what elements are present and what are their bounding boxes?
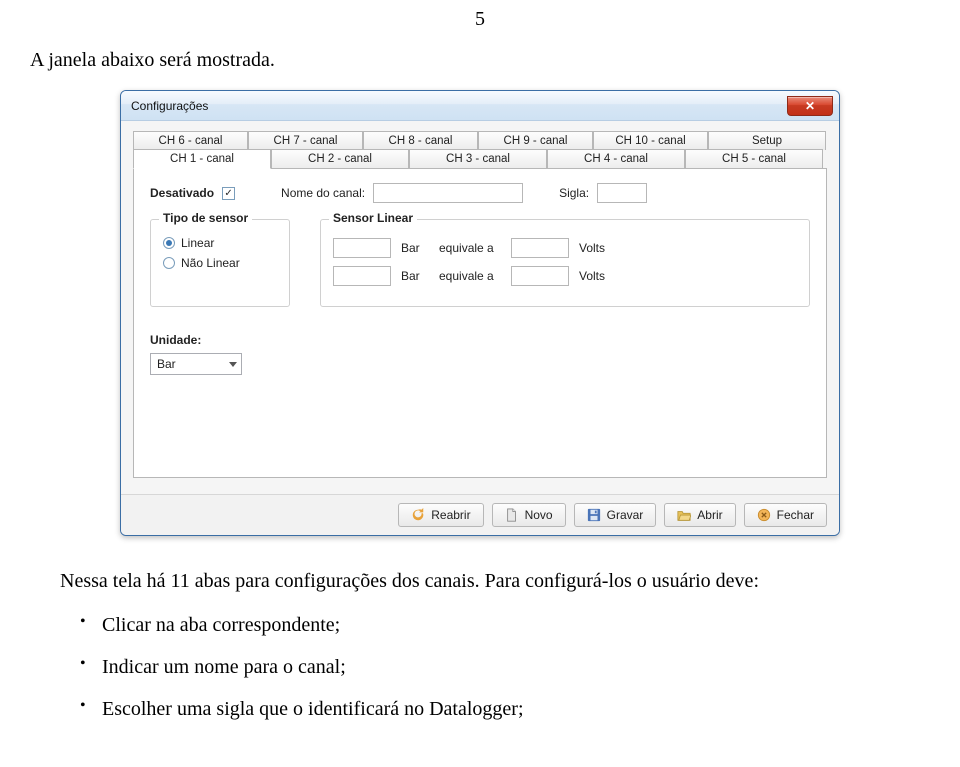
desativado-checkbox[interactable]: ✓ bbox=[222, 187, 235, 200]
nome-canal-input[interactable] bbox=[373, 183, 523, 203]
unidade-combo[interactable]: Bar bbox=[150, 353, 242, 375]
tab-ch3[interactable]: CH 3 - canal bbox=[409, 149, 547, 169]
after-text: Nessa tela há 11 abas para configurações… bbox=[20, 566, 940, 596]
linear-r1-v2[interactable] bbox=[511, 238, 569, 258]
fechar-button[interactable]: Fechar bbox=[744, 503, 827, 527]
abrir-button[interactable]: Abrir bbox=[664, 503, 735, 527]
gravar-button[interactable]: Gravar bbox=[574, 503, 657, 527]
close-button[interactable]: ✕ bbox=[787, 96, 833, 116]
sigla-label: Sigla: bbox=[559, 186, 589, 200]
tab-ch1[interactable]: CH 1 - canal bbox=[133, 149, 271, 169]
dialog-title: Configurações bbox=[131, 99, 208, 113]
dialog-body: CH 6 - canal CH 7 - canal CH 8 - canal C… bbox=[121, 121, 839, 494]
reabrir-label: Reabrir bbox=[431, 508, 470, 522]
chevron-down-icon bbox=[229, 362, 237, 367]
linear-r1-eq: equivale a bbox=[439, 241, 501, 255]
config-dialog: Configurações ✕ CH 6 - canal CH 7 - cana… bbox=[120, 90, 840, 536]
group-tipo-sensor-title: Tipo de sensor bbox=[159, 211, 252, 225]
tabs: CH 6 - canal CH 7 - canal CH 8 - canal C… bbox=[133, 131, 827, 478]
save-icon bbox=[587, 508, 601, 522]
file-icon bbox=[505, 508, 519, 522]
titlebar: Configurações ✕ bbox=[121, 91, 839, 121]
tab-ch9[interactable]: CH 9 - canal bbox=[478, 131, 593, 150]
list-item: Escolher uma sigla que o identificará no… bbox=[80, 694, 940, 724]
tab-ch6[interactable]: CH 6 - canal bbox=[133, 131, 248, 150]
folder-open-icon bbox=[677, 508, 691, 522]
radio-nao-linear-label: Não Linear bbox=[181, 256, 240, 270]
radio-nao-linear[interactable] bbox=[163, 257, 175, 269]
bullet-list: Clicar na aba correspondente; Indicar um… bbox=[20, 610, 940, 724]
linear-r1-u2: Volts bbox=[579, 241, 605, 255]
tab-panel: Desativado ✓ Nome do canal: Sigla: Tipo … bbox=[133, 168, 827, 478]
linear-r2-u1: Bar bbox=[401, 269, 429, 283]
tab-ch7[interactable]: CH 7 - canal bbox=[248, 131, 363, 150]
radio-linear[interactable] bbox=[163, 237, 175, 249]
page-number: 5 bbox=[20, 8, 940, 31]
unidade-label: Unidade: bbox=[150, 333, 810, 347]
novo-label: Novo bbox=[525, 508, 553, 522]
refresh-icon bbox=[411, 508, 425, 522]
linear-r2-eq: equivale a bbox=[439, 269, 501, 283]
unidade-value: Bar bbox=[157, 357, 176, 371]
fechar-label: Fechar bbox=[777, 508, 814, 522]
group-tipo-sensor: Tipo de sensor Linear Não Linear bbox=[150, 219, 290, 307]
desativado-label: Desativado bbox=[150, 186, 214, 200]
linear-r2-v2[interactable] bbox=[511, 266, 569, 286]
linear-r1-u1: Bar bbox=[401, 241, 429, 255]
sigla-input[interactable] bbox=[597, 183, 647, 203]
list-item: Clicar na aba correspondente; bbox=[80, 610, 940, 640]
intro-text: A janela abaixo será mostrada. bbox=[30, 49, 940, 72]
tab-ch5[interactable]: CH 5 - canal bbox=[685, 149, 823, 169]
tab-ch10[interactable]: CH 10 - canal bbox=[593, 131, 708, 150]
tab-setup[interactable]: Setup bbox=[708, 131, 826, 150]
linear-r2-v1[interactable] bbox=[333, 266, 391, 286]
close-icon: ✕ bbox=[805, 99, 815, 113]
tab-ch2[interactable]: CH 2 - canal bbox=[271, 149, 409, 169]
nome-canal-label: Nome do canal: bbox=[281, 186, 365, 200]
tab-ch8[interactable]: CH 8 - canal bbox=[363, 131, 478, 150]
novo-button[interactable]: Novo bbox=[492, 503, 566, 527]
reabrir-button[interactable]: Reabrir bbox=[398, 503, 483, 527]
tab-ch4[interactable]: CH 4 - canal bbox=[547, 149, 685, 169]
close-circle-icon bbox=[757, 508, 771, 522]
dialog-footer: Reabrir Novo Gravar Abrir Fechar bbox=[121, 494, 839, 535]
group-sensor-linear: Sensor Linear Bar equivale a Volts Bar bbox=[320, 219, 810, 307]
group-sensor-linear-title: Sensor Linear bbox=[329, 211, 417, 225]
radio-linear-label: Linear bbox=[181, 236, 214, 250]
gravar-label: Gravar bbox=[607, 508, 644, 522]
abrir-label: Abrir bbox=[697, 508, 722, 522]
linear-r1-v1[interactable] bbox=[333, 238, 391, 258]
linear-r2-u2: Volts bbox=[579, 269, 605, 283]
list-item: Indicar um nome para o canal; bbox=[80, 652, 940, 682]
